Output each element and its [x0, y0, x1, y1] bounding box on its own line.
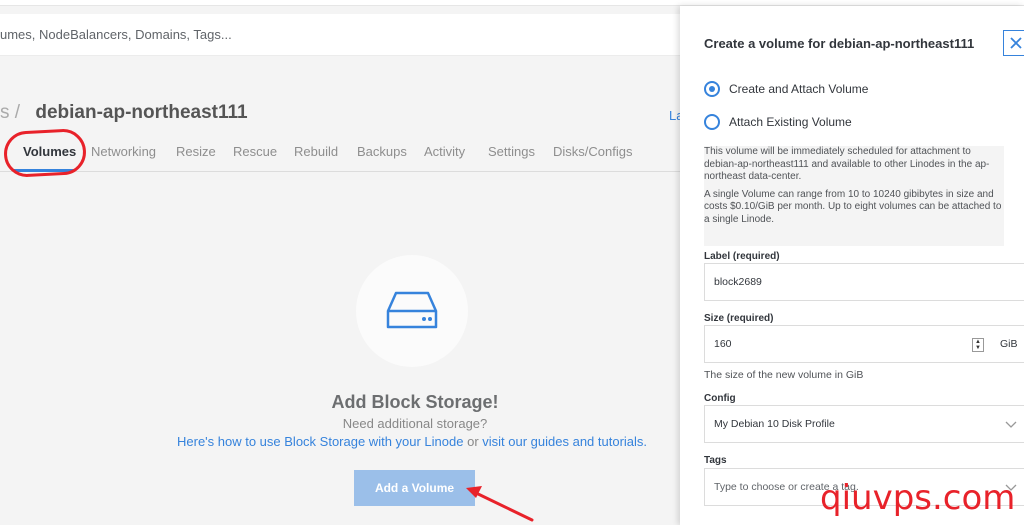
size-helper-text: The size of the new volume in GiB — [704, 369, 864, 381]
label-field-label: Label (required) — [704, 251, 780, 262]
block-storage-guide-link[interactable]: Here's how to use Block Storage with you… — [177, 434, 463, 449]
close-icon[interactable] — [1003, 30, 1024, 56]
size-field-label: Size (required) — [704, 313, 774, 324]
block-storage-drive-icon — [356, 255, 468, 367]
config-select-value: My Debian 10 Disk Profile — [714, 418, 835, 430]
watermark: qiuvps.com — [820, 478, 1016, 518]
notice-pricing-text: A single Volume can range from 10 to 102… — [704, 188, 1002, 225]
size-field-value: 160 — [714, 338, 732, 350]
tab-disks-configs[interactable]: Disks/Configs — [553, 144, 632, 159]
drawer-title: Create a volume for debian-ap-northeast1… — [704, 36, 975, 51]
label-field-value: block2689 — [714, 276, 762, 288]
breadcrumb: s / debian-ap-northeast111 — [0, 102, 248, 124]
tab-backups[interactable]: Backups — [357, 144, 407, 159]
tab-rebuild[interactable]: Rebuild — [294, 144, 338, 159]
search-placeholder: umes, NodeBalancers, Domains, Tags... — [0, 27, 232, 42]
tab-bar: Volumes Networking Resize Rescue Rebuild… — [0, 132, 680, 172]
notice-attachment-text: This volume will be immediately schedule… — [704, 146, 990, 182]
number-stepper-icon[interactable]: ▲ ▼ — [972, 338, 984, 352]
radio-unchecked-icon[interactable] — [704, 114, 720, 130]
tab-rescue[interactable]: Rescue — [233, 144, 277, 159]
radio-attach-existing[interactable]: Attach Existing Volume — [704, 113, 852, 131]
help-or-text: or — [463, 434, 483, 449]
radio-existing-label: Attach Existing Volume — [729, 115, 852, 129]
chevron-down-icon — [1005, 421, 1017, 428]
create-volume-drawer: Create a volume for debian-ap-northeast1… — [680, 6, 1024, 525]
annotation-circle — [2, 127, 88, 179]
tab-resize[interactable]: Resize — [176, 144, 216, 159]
tags-field-label: Tags — [704, 455, 727, 466]
empty-state-help: Here's how to use Block Storage with you… — [177, 434, 647, 449]
guides-tutorials-link[interactable]: visit our guides and tutorials. — [482, 434, 647, 449]
empty-state-title: Add Block Storage! — [331, 392, 499, 412]
add-volume-button[interactable]: Add a Volume — [354, 470, 475, 506]
tab-settings[interactable]: Settings — [488, 144, 535, 159]
volume-notice: This volume will be immediately schedule… — [704, 146, 1004, 246]
annotation-arrow — [466, 486, 534, 522]
label-field[interactable]: block2689 — [704, 263, 1024, 301]
size-field[interactable]: 160 ▲ ▼ GiB — [704, 325, 1024, 363]
breadcrumb-prefix[interactable]: s / — [0, 102, 20, 123]
tab-networking[interactable]: Networking — [91, 144, 156, 159]
radio-checked-icon[interactable] — [704, 81, 720, 97]
tab-activity[interactable]: Activity — [424, 144, 465, 159]
search-bar[interactable]: umes, NodeBalancers, Domains, Tags... — [0, 14, 680, 56]
size-unit: GiB — [1000, 338, 1018, 350]
empty-state-subtitle: Need additional storage? — [342, 416, 488, 431]
config-select[interactable]: My Debian 10 Disk Profile — [704, 405, 1024, 443]
config-field-label: Config — [704, 393, 736, 404]
page-title: debian-ap-northeast111 — [35, 102, 248, 123]
radio-create-label: Create and Attach Volume — [729, 82, 869, 96]
radio-create-attach[interactable]: Create and Attach Volume — [704, 80, 868, 98]
